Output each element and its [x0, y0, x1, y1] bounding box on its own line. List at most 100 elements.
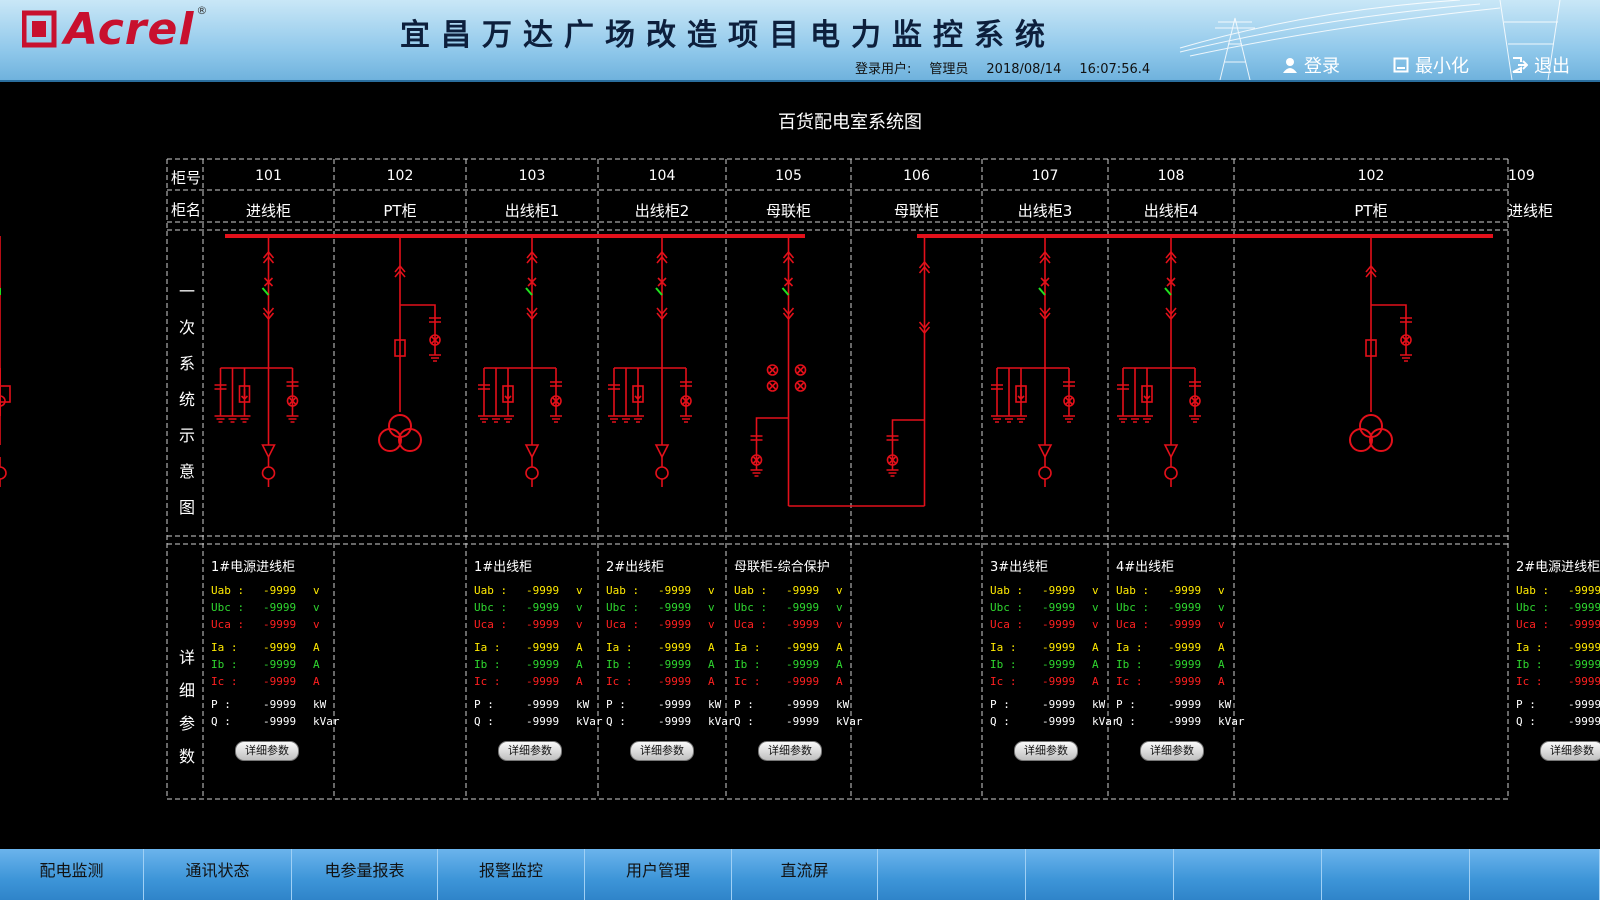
- nav-tab[interactable]: 用户管理: [585, 849, 732, 900]
- ground-icon: [608, 415, 620, 423]
- detail-panel-title: 1#出线柜: [474, 560, 533, 575]
- param-label: Ubc :: [1116, 601, 1150, 614]
- param-label: Uab :: [1116, 584, 1150, 597]
- param-label: Ib :: [1516, 658, 1543, 671]
- bottom-nav-bar: 配电监测 通讯状态 电参量报表 报警监控 用户管理 直流屏: [0, 849, 1600, 900]
- param-row: Ic : -9999 A: [606, 675, 732, 692]
- nav-tab[interactable]: 直流屏: [732, 849, 878, 900]
- detail-panel-title: 4#出线柜: [1116, 560, 1175, 575]
- ground-icon: [886, 469, 899, 477]
- param-unit: A: [576, 675, 583, 688]
- nav-tab[interactable]: 电参量报表: [292, 849, 438, 900]
- nav-tab[interactable]: 通讯状态: [144, 849, 292, 900]
- surge-arrester-icon: [504, 389, 512, 401]
- nav-tab[interactable]: [1470, 849, 1600, 900]
- detail-params-button[interactable]: 详细参数: [498, 741, 562, 761]
- detail-params-button[interactable]: 详细参数: [1540, 741, 1600, 761]
- param-row: Ib : -9999 A: [1116, 658, 1242, 675]
- param-unit: v: [708, 618, 715, 631]
- param-value: -9999: [1042, 698, 1076, 711]
- param-row: Uab :-9999v: [1516, 584, 1600, 601]
- param-row: Ic : -9999 A: [474, 675, 600, 692]
- nav-tab[interactable]: [878, 849, 1026, 900]
- param-value: -9999: [526, 641, 560, 654]
- load-terminal-icon: [1038, 466, 1052, 480]
- detail-panel-title: 2#电源进线柜: [1516, 560, 1600, 575]
- param-label: Uab :: [990, 584, 1024, 597]
- param-label: Uab :: [734, 584, 768, 597]
- detail-params-button[interactable]: 详细参数: [1014, 741, 1078, 761]
- detail-params-button[interactable]: 详细参数: [235, 741, 299, 761]
- param-row: Uab :-9999v: [734, 584, 860, 601]
- param-unit: A: [836, 658, 843, 671]
- param-row: Uca :-9999v: [606, 618, 732, 635]
- param-label: Ic :: [606, 675, 633, 688]
- param-value: -9999: [1568, 641, 1600, 654]
- param-row: P : -9999 kW: [211, 698, 337, 715]
- param-unit: A: [836, 641, 843, 654]
- detail-panel: 4#出线柜 Uab : -9999 v Ubc : -9999 v Uca : -9999 v Ia…: [1116, 556, 1245, 732]
- param-row: Uca :-9999v: [474, 618, 600, 635]
- detail-panel: 1#出线柜 Uab : -9999 v Ubc : -9999 v Uca : -9999 v Ia…: [474, 556, 603, 732]
- param-unit: A: [836, 675, 843, 688]
- breaker-status-icon: [1164, 287, 1172, 296]
- nav-tab[interactable]: 报警监控: [438, 849, 585, 900]
- param-label: P :: [1116, 698, 1136, 711]
- param-unit: kW: [708, 698, 722, 711]
- outlet-cable-icon: [1037, 444, 1053, 459]
- param-unit: v: [1092, 601, 1099, 614]
- param-label: Ia :: [990, 641, 1017, 654]
- param-label: Ia :: [211, 641, 238, 654]
- param-label: Ia :: [606, 641, 633, 654]
- param-label: Ib :: [990, 658, 1017, 671]
- param-unit: v: [1092, 618, 1099, 631]
- detail-panel: 3#出线柜 Uab : -9999 v Ubc : -9999 v Uca : -9999 v Ia…: [990, 556, 1119, 732]
- param-label: Uab :: [1516, 584, 1550, 597]
- param-value: -9999: [1568, 675, 1600, 688]
- param-unit: A: [576, 641, 583, 654]
- param-unit: v: [1218, 584, 1225, 597]
- nav-tab[interactable]: [1174, 849, 1322, 900]
- param-value: -9999: [1168, 584, 1202, 597]
- param-row: Uca :-9999v: [1516, 618, 1600, 635]
- detail-params-button[interactable]: 详细参数: [1140, 741, 1204, 761]
- param-label: Ic :: [474, 675, 501, 688]
- nav-tab[interactable]: [1026, 849, 1174, 900]
- param-value: -9999: [263, 658, 297, 671]
- param-unit: v: [708, 584, 715, 597]
- param-unit: kW: [1218, 698, 1232, 711]
- param-value: -9999: [1042, 618, 1076, 631]
- param-row: Uab :-9999v: [474, 584, 600, 601]
- nav-tab[interactable]: [1322, 849, 1470, 900]
- breaker-status-icon: [655, 287, 663, 296]
- param-row: Ia : -9999 A: [211, 641, 337, 658]
- param-value: -9999: [1568, 658, 1600, 671]
- outlet-cable-icon: [524, 444, 540, 459]
- surge-arrester-icon: [240, 389, 249, 401]
- param-value: -9999: [1568, 715, 1600, 728]
- ground-icon: [238, 415, 251, 423]
- param-label: Uca :: [211, 618, 245, 631]
- param-row: P : -9999 kW: [990, 698, 1116, 715]
- ground-icon: [490, 415, 502, 423]
- detail-params-button[interactable]: 详细参数: [630, 741, 694, 761]
- param-unit: A: [576, 658, 583, 671]
- outlet-cable-icon: [261, 444, 276, 459]
- param-row: Ib : -9999 A: [211, 658, 337, 675]
- param-row: Uab :-9999v: [990, 584, 1116, 601]
- param-unit: kW: [836, 698, 850, 711]
- param-label: Q :: [606, 715, 626, 728]
- param-unit: A: [1092, 641, 1099, 654]
- param-row: P : -9999 kW: [1116, 698, 1242, 715]
- nav-tab[interactable]: 配电监测: [0, 849, 144, 900]
- detail-params-button[interactable]: 详细参数: [758, 741, 822, 761]
- param-label: P :: [1516, 698, 1536, 711]
- ground-icon: [429, 354, 441, 362]
- param-value: -9999: [658, 715, 692, 728]
- ground-icon: [478, 415, 490, 423]
- param-unit: A: [313, 675, 320, 688]
- param-label: Ic :: [734, 675, 761, 688]
- current-transformer-icon: [768, 366, 777, 374]
- param-row: Ic : -9999 A: [211, 675, 337, 692]
- detail-panel: 母联柜-综合保护 Uab : -9999 v Ubc : -9999 v Uca : -9999…: [734, 556, 863, 732]
